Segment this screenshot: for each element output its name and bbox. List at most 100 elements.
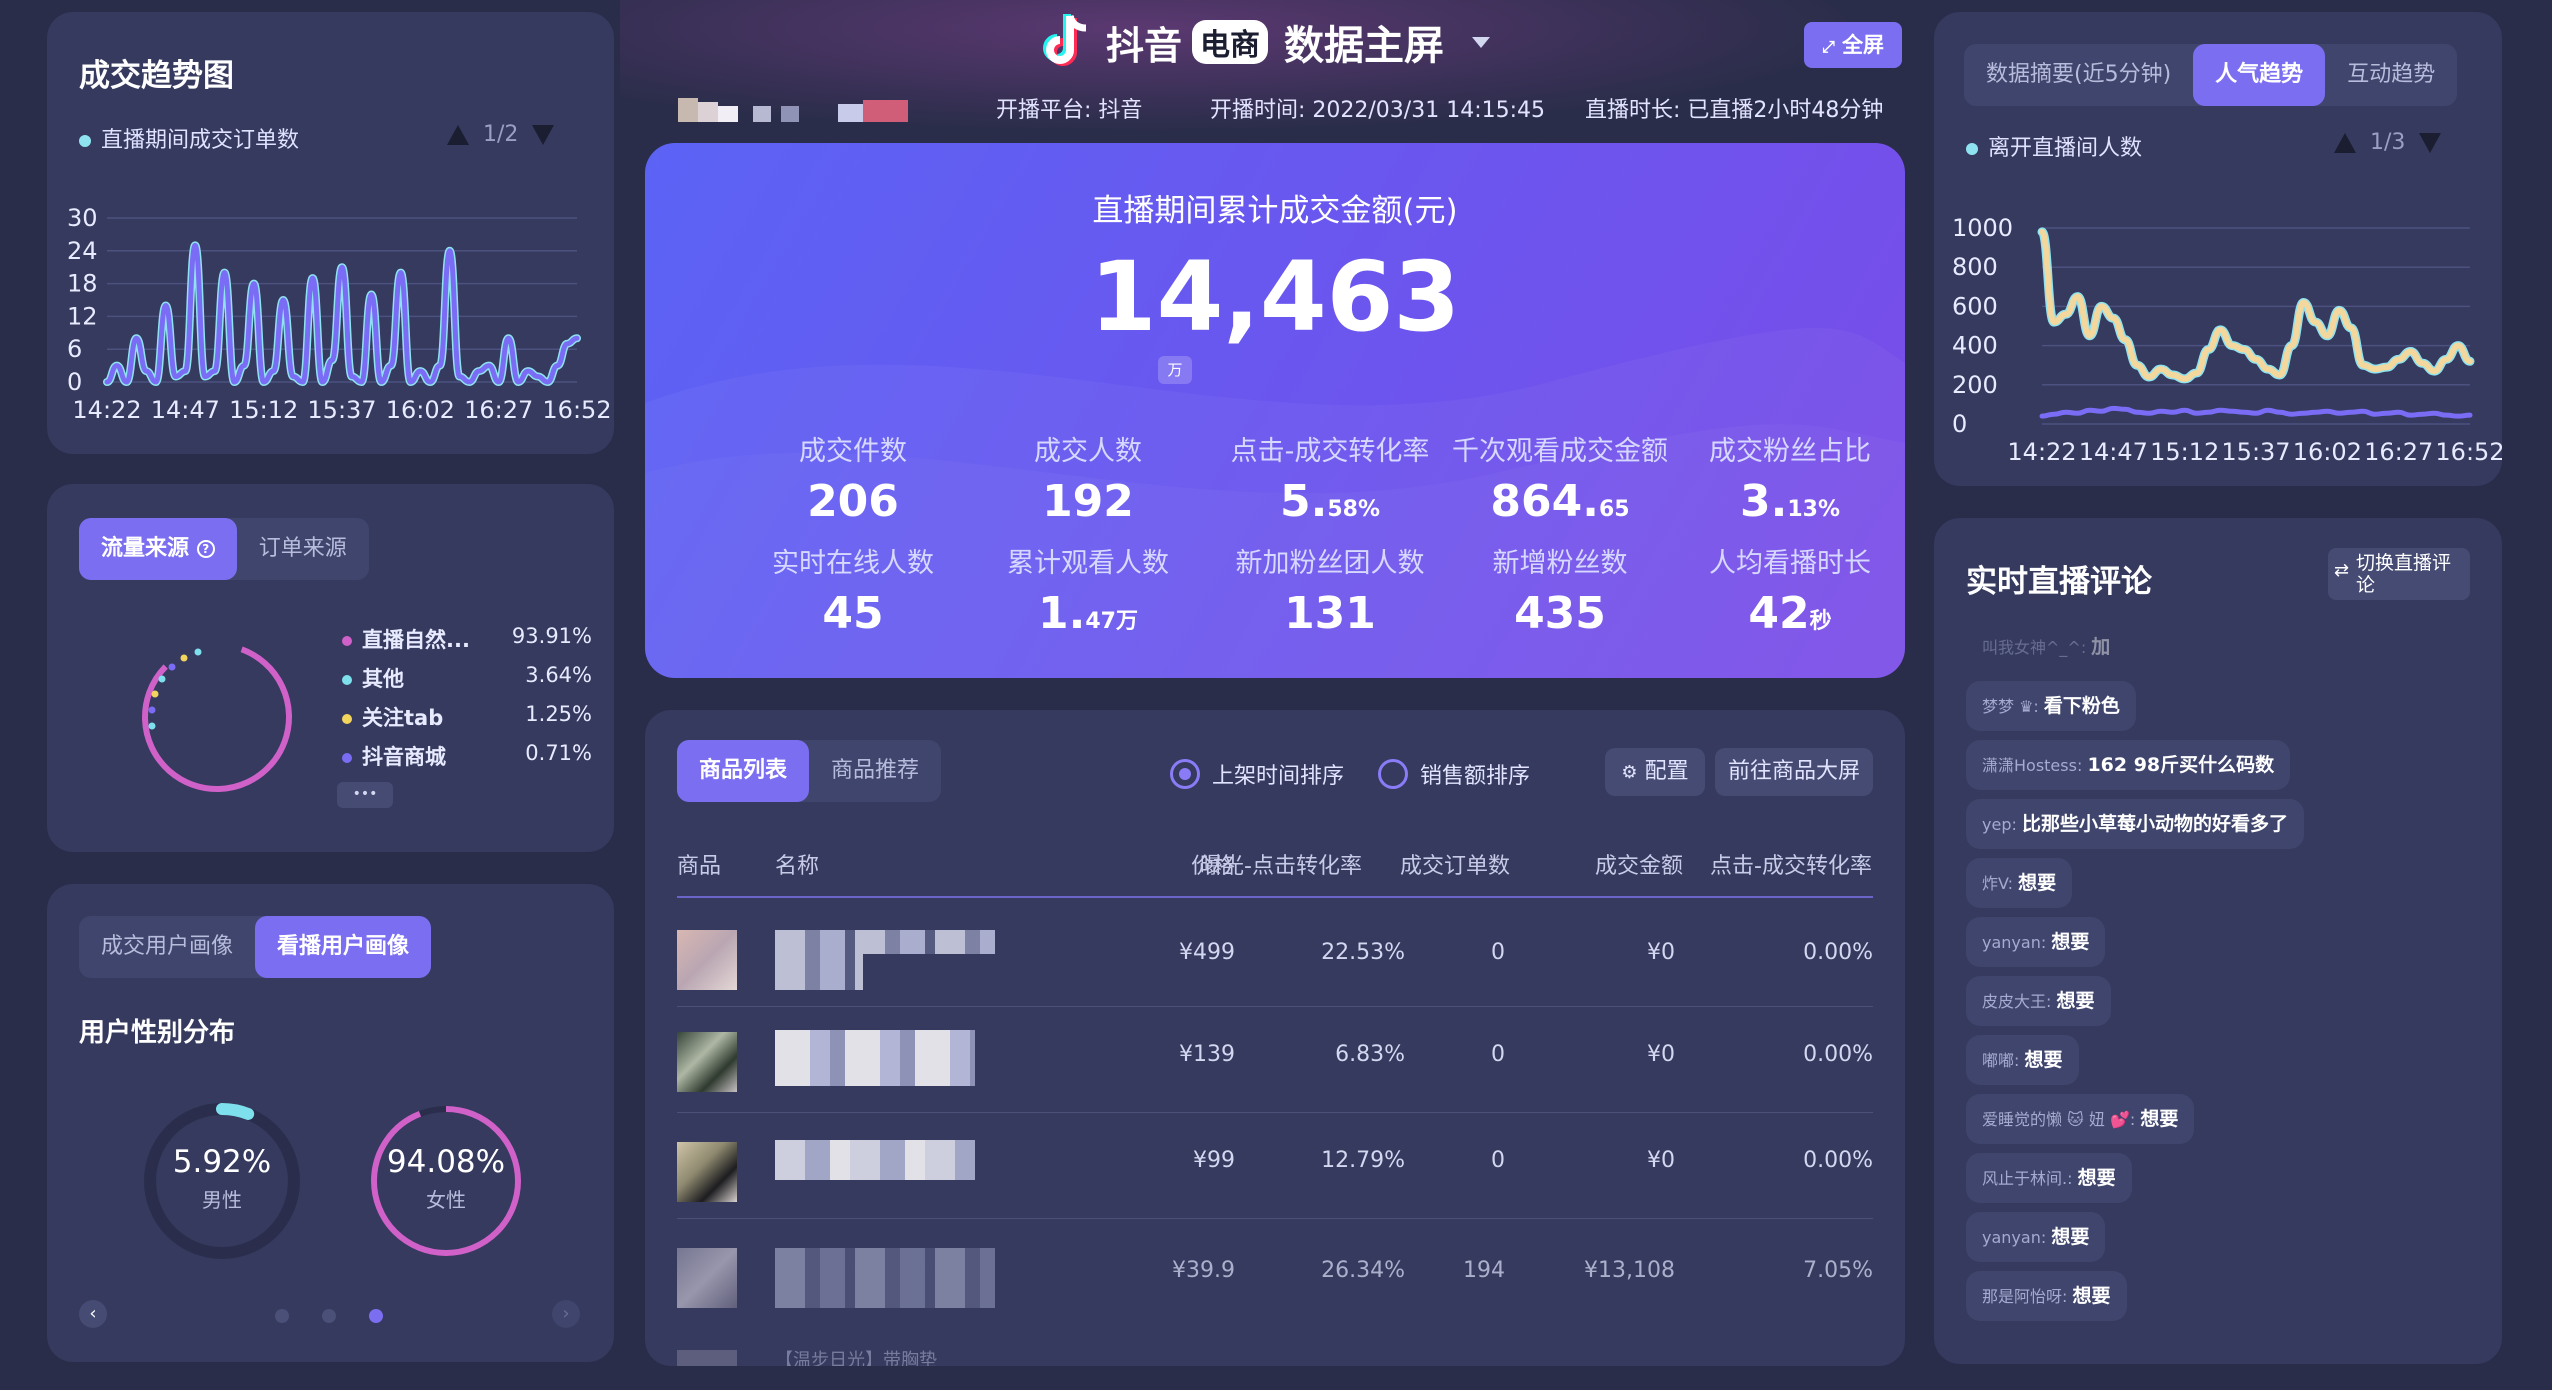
trend-pager: 1/2 xyxy=(447,122,555,147)
kpi-unit: 13% xyxy=(1787,497,1840,522)
table-row[interactable]: ¥99 12.79% 0 ¥0 0.00% xyxy=(645,1112,1905,1218)
legend-dot-icon xyxy=(79,135,91,147)
partial-row-name: 【温步日光】带胸垫 xyxy=(775,1350,937,1366)
more-button[interactable]: ••• xyxy=(337,782,393,808)
pager-next-icon[interactable] xyxy=(532,124,555,145)
pager-prev-icon[interactable] xyxy=(2334,132,2356,153)
legend-dot-icon xyxy=(342,636,352,646)
carousel-next-button[interactable]: › xyxy=(552,1300,580,1328)
kpi-unit: 秒 xyxy=(1809,609,1832,634)
gear-icon: ⚙ xyxy=(1621,762,1638,783)
y-tick-label: 6 xyxy=(67,335,82,363)
kpi-value: 5. xyxy=(1279,476,1328,527)
comment-message: 想要 xyxy=(2024,1049,2063,1071)
popularity-tabs: 数据摘要(近5分钟) 人气趋势 互动趋势 xyxy=(1964,44,2458,106)
col-header-cvr: 点击-成交转化率 xyxy=(1710,854,1872,879)
title-dropdown-icon[interactable] xyxy=(1472,36,1491,48)
tab-product-recommend[interactable]: 商品推荐 xyxy=(809,740,941,802)
legend-dot-icon xyxy=(342,675,352,685)
config-button[interactable]: ⚙ 配置 xyxy=(1605,748,1705,796)
product-thumbnail xyxy=(677,1032,737,1092)
tab-viewer-profile[interactable]: 看播用户画像 xyxy=(255,916,432,978)
male-label: 男性 xyxy=(202,1188,242,1212)
male-pct: 5.92% xyxy=(172,1144,272,1180)
row-price: ¥39.9 xyxy=(1172,1258,1235,1283)
y-tick-label: 200 xyxy=(1952,371,1998,399)
comment-item: 梦梦 ♛: 看下粉色 xyxy=(1966,681,2136,731)
product-thumbnail xyxy=(677,1350,737,1366)
comment-item: 那是阿怡呀: 想要 xyxy=(1966,1271,2127,1321)
kpi-label: 人均看播时长 xyxy=(1709,548,1871,579)
trend-legend-label: 直播期间成交订单数 xyxy=(101,128,300,153)
trend-title: 成交趋势图 xyxy=(79,58,234,94)
popularity-legend: 离开直播间人数 xyxy=(1966,130,2142,162)
switch-comments-button[interactable]: ⇄ 切换直播评论 xyxy=(2328,548,2470,600)
kpi-label: 实时在线人数 xyxy=(772,548,934,579)
x-tick-label: 14:47 xyxy=(151,396,220,424)
kpi-label: 成交人数 xyxy=(1034,436,1142,467)
radio-unchecked-icon[interactable] xyxy=(1378,759,1408,789)
female-label: 女性 xyxy=(426,1188,466,1212)
kpi-label: 成交粉丝占比 xyxy=(1709,436,1871,467)
info-icon[interactable]: ? xyxy=(196,540,215,558)
row-gmv: ¥0 xyxy=(1647,940,1675,965)
kpi-label: 新加粉丝团人数 xyxy=(1235,548,1425,579)
comment-nickname: 那是阿怡呀: xyxy=(1982,1287,2073,1306)
row-cvr: 0.00% xyxy=(1803,1148,1873,1173)
carousel-prev-button[interactable]: ‹ xyxy=(79,1300,107,1328)
comment-message: 162 98斤买什么码数 xyxy=(2087,754,2275,776)
tab-buyer-profile[interactable]: 成交用户画像 xyxy=(79,916,255,978)
fullscreen-button[interactable]: ⤢ 全屏 xyxy=(1804,22,1902,68)
pager-next-icon[interactable] xyxy=(2419,132,2442,153)
y-tick-label: 12 xyxy=(67,302,98,330)
traffic-panel: 流量来源 ? 订单来源 直播自然... 93.91% 其他 3.64% 关注ta… xyxy=(47,484,614,852)
tab-order-source[interactable]: 订单来源 xyxy=(237,518,369,580)
table-row[interactable]: ¥39.9 26.34% 194 ¥13,108 7.05% xyxy=(645,1218,1905,1324)
row-cvr: 0.00% xyxy=(1803,940,1873,965)
carousel-dot-active[interactable] xyxy=(369,1309,383,1323)
comment-message: 想要 xyxy=(2072,1285,2111,1307)
comment-message: 想要 xyxy=(2077,1167,2116,1189)
row-gmv: ¥0 xyxy=(1647,1148,1675,1173)
fullscreen-label: 全屏 xyxy=(1842,33,1885,57)
table-row[interactable]: ¥139 6.83% 0 ¥0 0.00% xyxy=(645,1006,1905,1112)
tab-data-summary[interactable]: 数据摘要(近5分钟) xyxy=(1964,44,2193,106)
popularity-legend-label: 离开直播间人数 xyxy=(1988,136,2143,161)
carousel-dot[interactable] xyxy=(275,1309,289,1323)
comment-item: yep: 比那些小草莓小动物的好看多了 xyxy=(1966,799,2304,849)
comment-nickname: 嘟嘟: xyxy=(1982,1051,2025,1070)
header-brand: 抖音 电商 数据主屏 xyxy=(1040,12,1491,72)
comments-title: 实时直播评论 xyxy=(1966,564,2152,600)
comment-item: 爱睡觉的懒 🐱 妞 💕: 想要 xyxy=(1966,1094,2195,1144)
traffic-legend: 直播自然... 93.91% 其他 3.64% 关注tab 1.25% 抖音商城… xyxy=(342,624,592,780)
tab-traffic-source[interactable]: 流量来源 ? xyxy=(79,518,237,580)
x-tick-label: 15:37 xyxy=(307,396,376,424)
trend-chart: 30 24 18 12 6 014:22 14:47 15:12 15:37 16:02 16:27… xyxy=(67,204,612,424)
traffic-item-value: 0.71% xyxy=(525,741,592,765)
table-row[interactable]: ¥499 22.53% 0 ¥0 0.00% xyxy=(645,900,1905,1006)
radio-checked-icon[interactable] xyxy=(1170,759,1200,789)
traffic-item-value: 93.91% xyxy=(511,624,592,648)
gmv-title: 直播期间累计成交金额(元) xyxy=(1092,193,1458,229)
carousel-dot[interactable] xyxy=(322,1309,336,1323)
tab-interaction-trend[interactable]: 互动趋势 xyxy=(2325,44,2457,106)
tab-product-list[interactable]: 商品列表 xyxy=(677,740,810,802)
tab-popularity-trend[interactable]: 人气趋势 xyxy=(2193,44,2326,106)
kpi-unit: 65 xyxy=(1598,497,1630,522)
duration-info: 直播时长: 已直播2小时48分钟 xyxy=(1585,98,1884,123)
comment-nickname: yep: xyxy=(1982,815,2022,834)
kpi-watch-time: 人均看播时长 42秒 xyxy=(1675,541,1905,639)
gmv-amount: 14,463 xyxy=(1089,241,1461,353)
trend-pager-label: 1/2 xyxy=(483,122,519,147)
row-cvr: 7.05% xyxy=(1803,1258,1873,1283)
sort-by-listing-time[interactable]: 上架时间排序 xyxy=(1170,758,1344,790)
col-header-product: 商品 xyxy=(677,854,722,879)
comment-nickname: 潇潇Hostess: xyxy=(1982,756,2088,775)
pager-prev-icon[interactable] xyxy=(447,124,469,145)
comment-message: 想要 xyxy=(2140,1108,2179,1130)
sort-by-sales[interactable]: 销售额排序 xyxy=(1378,758,1530,790)
goto-product-screen-button[interactable]: 前往商品大屏 xyxy=(1715,748,1873,796)
kpi-total-viewers: 累计观看人数 1.47万 xyxy=(973,541,1203,639)
comment-message: 加 xyxy=(2091,636,2111,658)
comment-nickname: 梦梦 ♛: xyxy=(1982,697,2044,716)
